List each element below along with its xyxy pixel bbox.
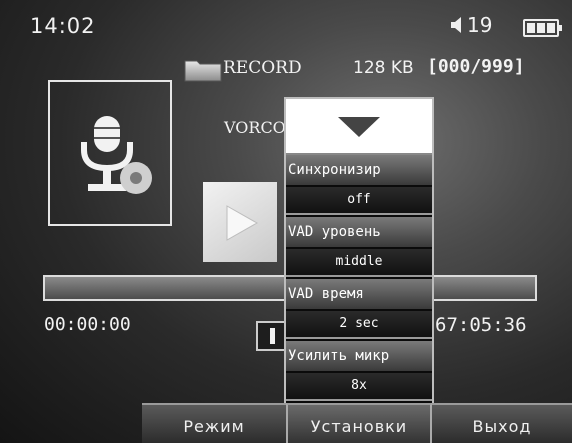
- file-size: 128 KB: [353, 58, 414, 78]
- folder-name: RECORD: [223, 58, 302, 78]
- settings-softkey[interactable]: Установки: [286, 403, 432, 443]
- folder-icon: [184, 60, 222, 82]
- recording-mode-label: VORCO: [224, 118, 286, 137]
- battery-cell: [527, 23, 535, 33]
- play-button[interactable]: [203, 182, 277, 262]
- volume-level: 19: [467, 13, 493, 37]
- option-value: middle: [286, 249, 432, 275]
- option-sync[interactable]: Синхронизир off: [286, 155, 432, 215]
- option-label: Синхронизир: [286, 155, 432, 185]
- play-icon: [226, 205, 259, 241]
- option-vad-level[interactable]: VAD уровень middle: [286, 217, 432, 277]
- option-label: VAD уровень: [286, 217, 432, 247]
- file-counter: [000/999]: [427, 56, 525, 77]
- pause-icon: [270, 328, 275, 344]
- recorder-screen: 14:02 19 RECORD 128 KB [000/999] VORCO 0…: [0, 0, 572, 443]
- option-value: 8x: [286, 373, 432, 399]
- clock: 14:02: [30, 14, 96, 38]
- option-vad-time[interactable]: VAD время 2 sec: [286, 279, 432, 339]
- option-value: 2 sec: [286, 311, 432, 337]
- battery-icon: [523, 19, 562, 37]
- option-label: VAD время: [286, 279, 432, 309]
- mode-softkey[interactable]: Режим: [142, 403, 286, 443]
- triangle-down-icon: [338, 117, 380, 137]
- volume-indicator: 19: [451, 12, 492, 38]
- option-label: Усилить микр: [286, 341, 432, 371]
- exit-softkey[interactable]: Выход: [432, 403, 572, 443]
- settings-popup: Синхронизир off VAD уровень middle VAD в…: [284, 97, 434, 405]
- popup-scroll-up[interactable]: [286, 99, 432, 155]
- elapsed-time: 00:00:00: [44, 314, 131, 335]
- option-mic-gain[interactable]: Усилить микр 8x: [286, 341, 432, 401]
- microphone-icon: [81, 116, 152, 194]
- speaker-icon: [451, 17, 461, 33]
- total-time: 67:05:36: [435, 314, 527, 336]
- battery-cell: [537, 23, 545, 33]
- option-value: off: [286, 187, 432, 213]
- mic-panel: [48, 80, 172, 226]
- battery-cell: [547, 23, 555, 33]
